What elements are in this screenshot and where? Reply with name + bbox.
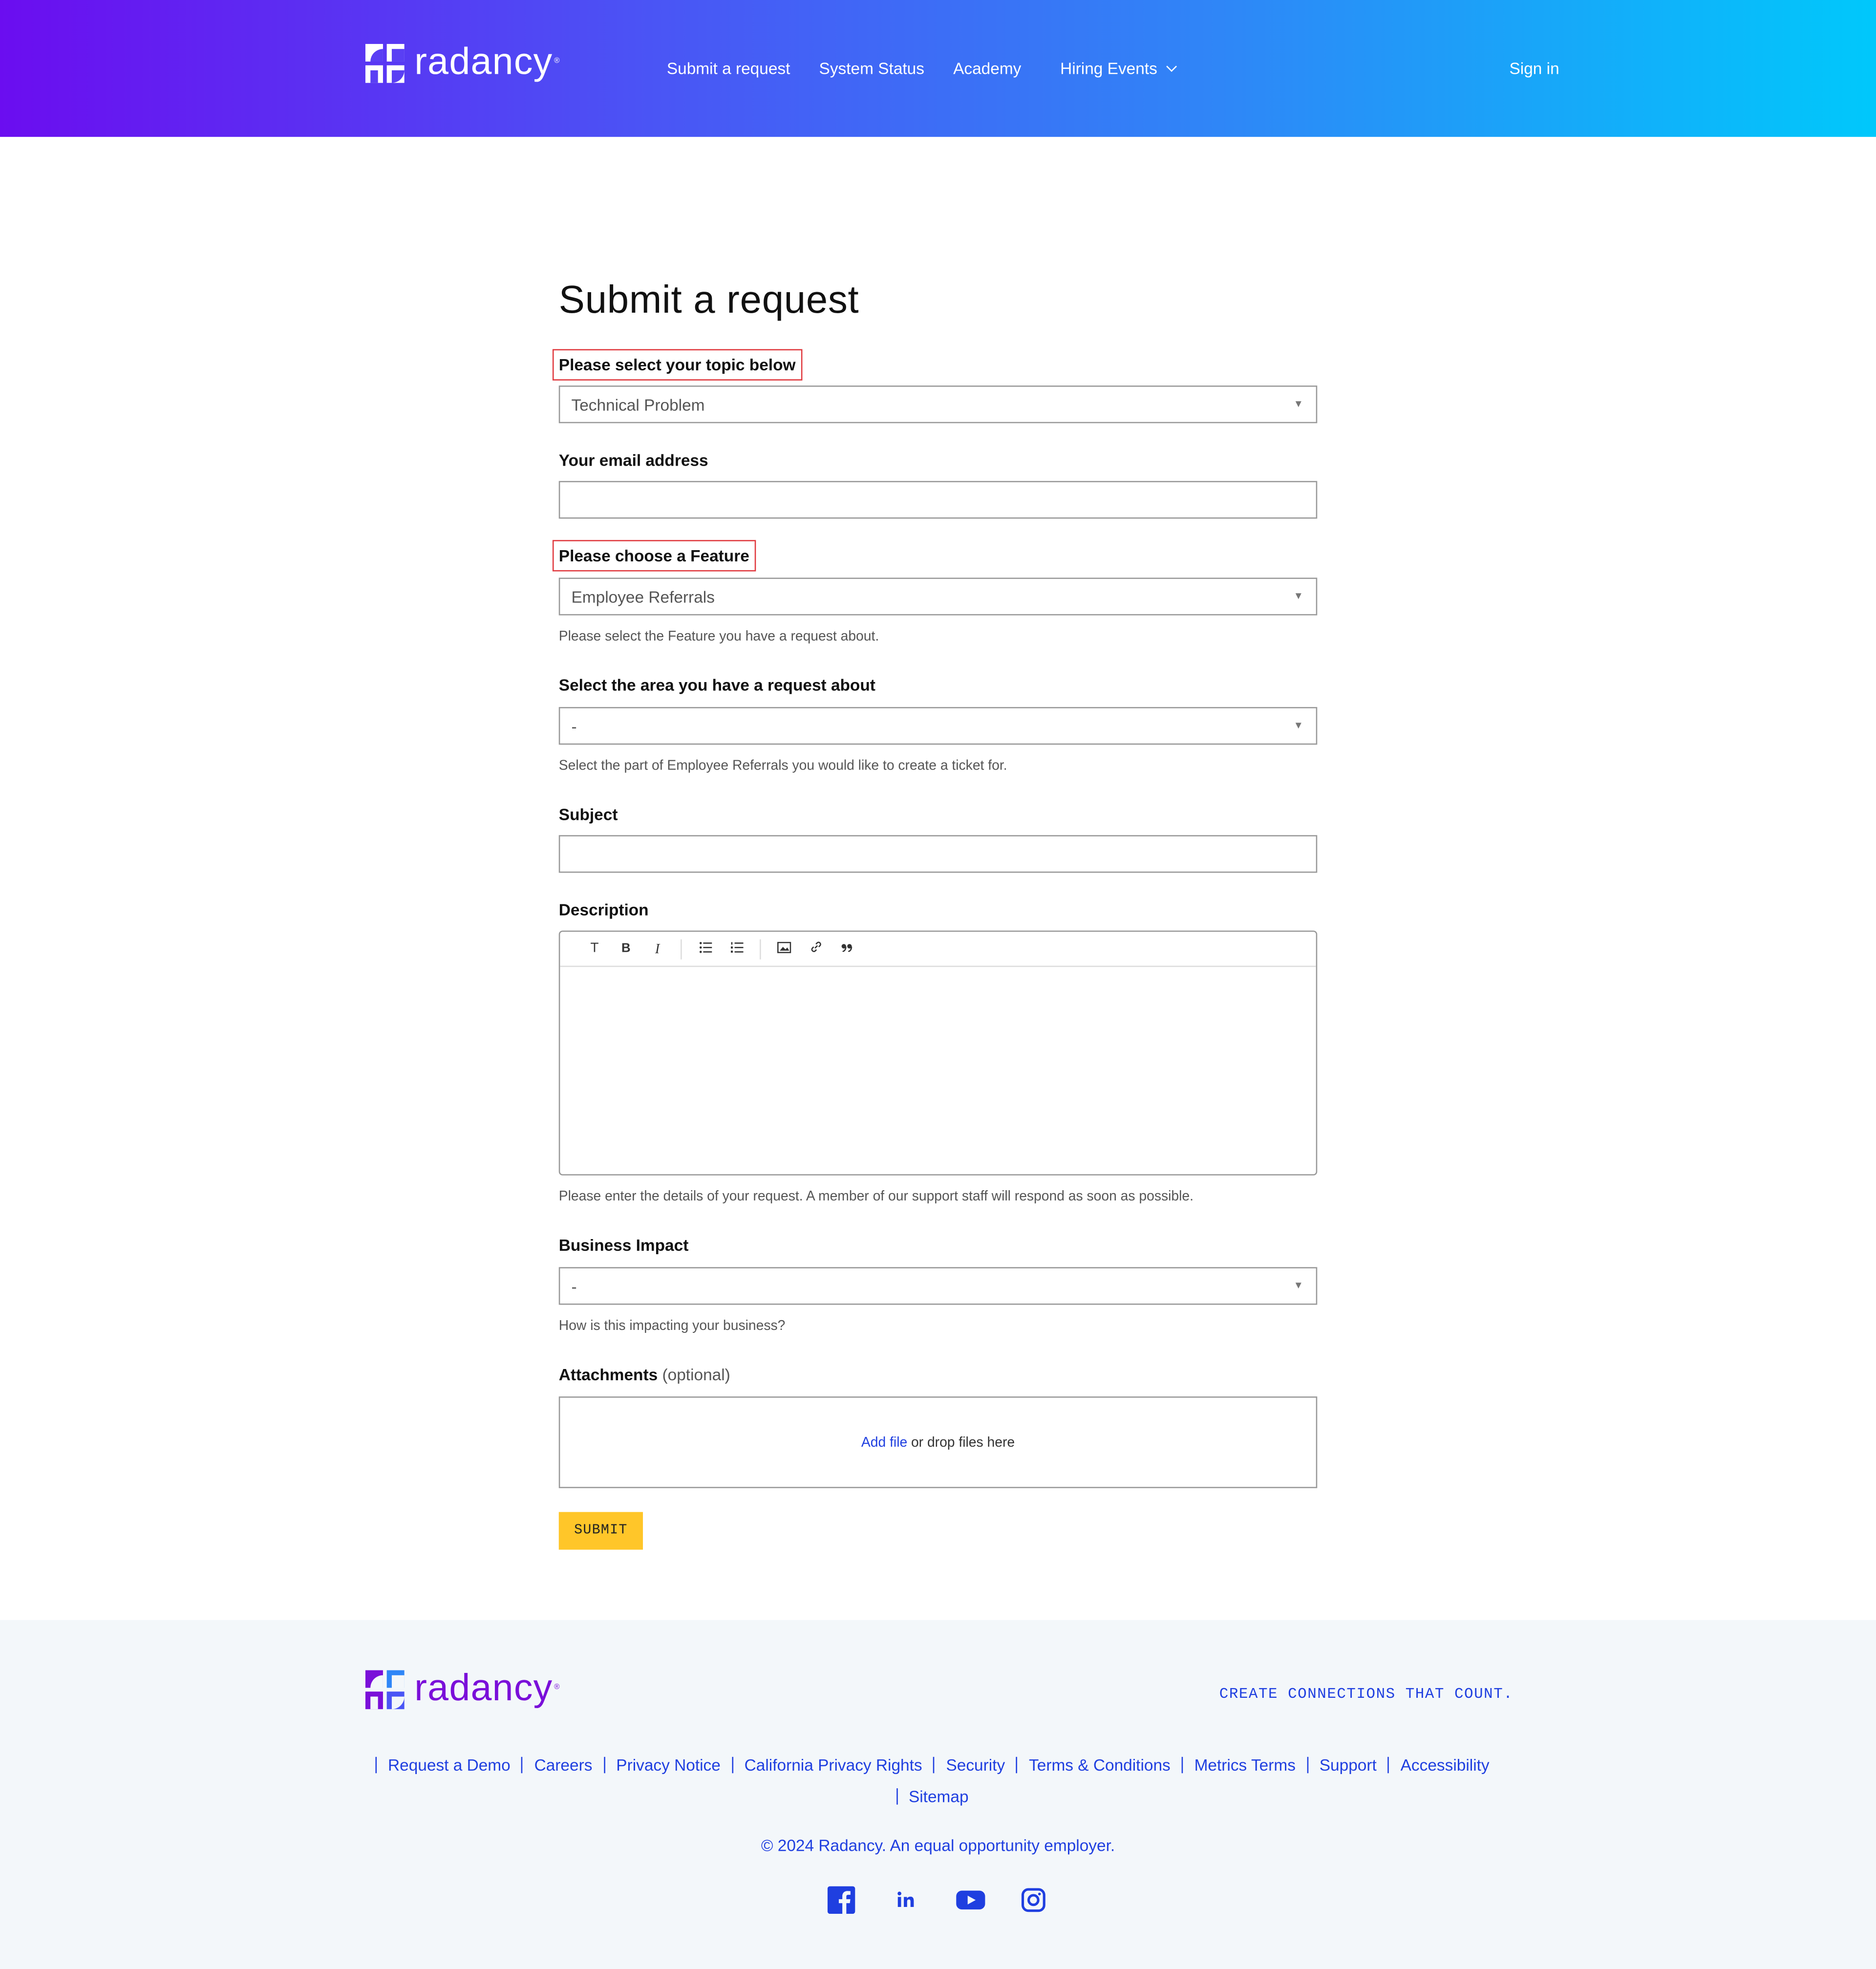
logo-wordmark: radancy ® — [414, 41, 560, 83]
description-hint: Please enter the details of your request… — [558, 1189, 1194, 1204]
attachments-label: Attachments (optional) — [559, 1365, 730, 1384]
description-editor[interactable]: T B I — [558, 930, 1318, 1176]
youtube-icon[interactable] — [956, 1886, 985, 1914]
nav-submit-request[interactable]: Submit a request — [667, 59, 790, 78]
footer-link-support[interactable]: Support — [1307, 1756, 1388, 1774]
footer-logo-wordmark: radancy ® — [414, 1668, 560, 1710]
topic-label: Please select your topic below — [552, 349, 802, 381]
footer-links: Request a Demo Careers Privacy Notice Ca… — [0, 1749, 1876, 1812]
caret-down-icon: ▼ — [1293, 398, 1303, 409]
editor-toolbar: T B I — [560, 932, 1316, 967]
site-footer: radancy ® CREATE CONNECTIONS THAT COUNT. … — [0, 1620, 1876, 1969]
impact-label: Business Impact — [558, 1236, 689, 1255]
footer-link-accessibility[interactable]: Accessibility — [1387, 1756, 1501, 1774]
text-format-button[interactable]: T — [579, 942, 610, 956]
attachments-optional: (optional) — [662, 1365, 730, 1384]
footer-link-request-demo[interactable]: Request a Demo — [375, 1756, 522, 1774]
site-header: radancy ® Submit a request System Status … — [0, 0, 1876, 137]
footer-copyright: © 2024 Radancy. An equal opportunity emp… — [761, 1836, 1115, 1855]
toolbar-divider — [681, 939, 682, 959]
subject-label: Subject — [558, 805, 618, 824]
description-label: Description — [558, 900, 649, 920]
facebook-icon[interactable] — [827, 1886, 855, 1914]
footer-link-security[interactable]: Security — [933, 1756, 1017, 1774]
numbered-list-icon[interactable] — [721, 941, 752, 956]
impact-hint: How is this impacting your business? — [558, 1318, 786, 1334]
email-label: Your email address — [558, 450, 708, 470]
sign-in-link[interactable]: Sign in — [1510, 59, 1559, 78]
footer-link-careers[interactable]: Careers — [521, 1756, 604, 1774]
feature-select[interactable]: Employee Referrals ▼ — [558, 578, 1318, 616]
link-icon[interactable] — [800, 941, 831, 957]
footer-link-terms[interactable]: Terms & Conditions — [1016, 1756, 1182, 1774]
quote-icon[interactable] — [831, 942, 863, 956]
attachments-label-text: Attachments — [558, 1365, 658, 1384]
subject-input[interactable] — [558, 835, 1318, 873]
caret-down-icon: ▼ — [1293, 719, 1303, 731]
bold-button[interactable]: B — [610, 942, 641, 956]
email-input[interactable] — [558, 481, 1318, 519]
topic-select-value: Technical Problem — [571, 395, 705, 415]
feature-label: Please choose a Feature — [552, 540, 756, 572]
radancy-logo-icon — [365, 43, 405, 83]
nav-hiring-events[interactable]: Hiring Events — [1060, 59, 1176, 78]
nav-academy[interactable]: Academy — [953, 59, 1021, 78]
topic-select[interactable]: Technical Problem ▼ — [558, 385, 1318, 424]
bulleted-list-icon[interactable] — [689, 941, 721, 956]
area-hint: Select the part of Employee Referrals yo… — [558, 758, 1007, 774]
instagram-icon[interactable] — [1020, 1886, 1047, 1914]
add-file-link[interactable]: Add file — [861, 1435, 907, 1450]
area-select[interactable]: - ▼ — [558, 707, 1318, 745]
social-links — [827, 1886, 1084, 1914]
header-logo[interactable]: radancy ® — [365, 41, 560, 83]
footer-link-metrics-terms[interactable]: Metrics Terms — [1181, 1756, 1307, 1774]
footer-link-privacy-notice[interactable]: Privacy Notice — [603, 1756, 732, 1774]
image-icon[interactable] — [768, 941, 800, 956]
drop-files-text: or drop files here — [911, 1434, 1015, 1450]
radancy-logo-icon — [365, 1670, 405, 1710]
impact-select-value: - — [571, 1277, 577, 1296]
linkedin-icon[interactable] — [892, 1886, 919, 1914]
footer-tagline: CREATE CONNECTIONS THAT COUNT. — [1219, 1685, 1514, 1703]
caret-down-icon: ▼ — [1293, 590, 1303, 602]
feature-hint: Please select the Feature you have a req… — [558, 629, 879, 644]
main-nav: Submit a request System Status Academy H… — [667, 59, 1204, 78]
attachments-dropzone[interactable]: Add file or drop files here — [558, 1396, 1318, 1488]
submit-button[interactable]: SUBMIT — [558, 1512, 643, 1550]
nav-system-status[interactable]: System Status — [819, 59, 924, 78]
impact-select[interactable]: - ▼ — [558, 1267, 1318, 1305]
nav-hiring-events-label: Hiring Events — [1060, 59, 1157, 78]
caret-down-icon: ▼ — [1293, 1280, 1303, 1291]
toolbar-divider — [760, 939, 761, 959]
page-title: Submit a request — [558, 278, 859, 321]
feature-select-value: Employee Referrals — [571, 587, 715, 607]
footer-link-california-privacy[interactable]: California Privacy Rights — [731, 1756, 934, 1774]
italic-button[interactable]: I — [641, 941, 673, 956]
footer-logo[interactable]: radancy ® — [365, 1668, 560, 1710]
area-label: Select the area you have a request about — [558, 675, 875, 695]
area-select-value: - — [571, 717, 577, 736]
footer-link-sitemap[interactable]: Sitemap — [896, 1788, 980, 1805]
chevron-down-icon — [1166, 61, 1176, 71]
